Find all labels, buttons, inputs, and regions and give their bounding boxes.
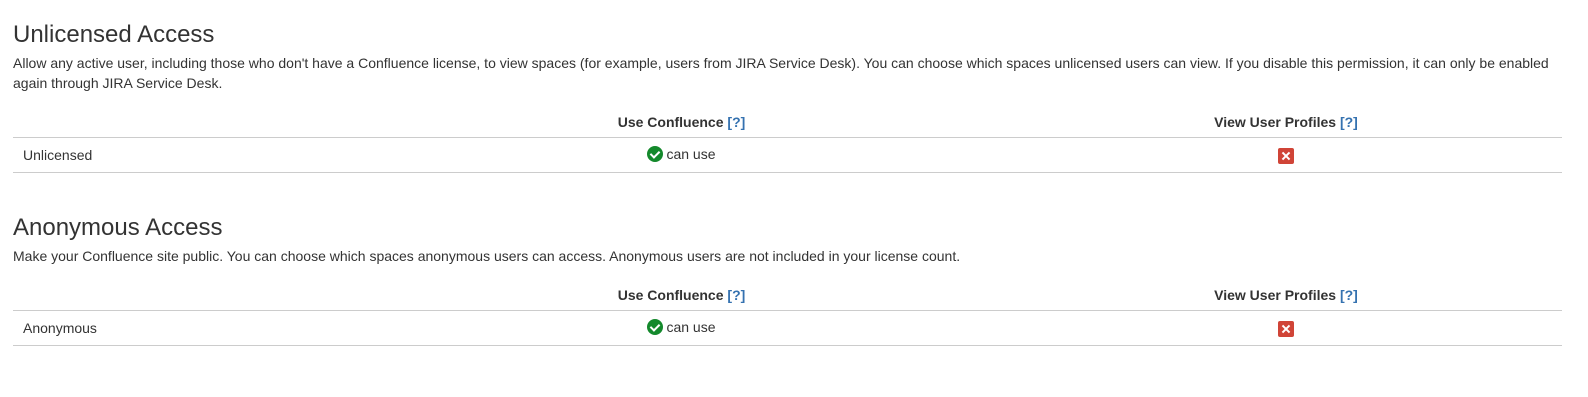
- permissions-table: Use Confluence [?] View User Profiles [?…: [13, 107, 1562, 173]
- use-confluence-status: can use: [647, 145, 716, 162]
- table-header-row: Use Confluence [?] View User Profiles [?…: [13, 107, 1562, 138]
- view-user-profiles-cell: [1010, 137, 1562, 173]
- header-label: View User Profiles: [1214, 114, 1337, 130]
- check-circle-icon: [647, 318, 664, 335]
- header-use-confluence: Use Confluence [?]: [353, 280, 1010, 311]
- use-confluence-cell: can use: [353, 310, 1010, 346]
- header-use-confluence: Use Confluence [?]: [353, 107, 1010, 138]
- row-name: Anonymous: [13, 310, 353, 346]
- cross-icon: [1278, 320, 1294, 337]
- permissions-page: Unlicensed Access Allow any active user,…: [0, 0, 1588, 346]
- header-name-column: [13, 107, 353, 138]
- row-name: Unlicensed: [13, 137, 353, 173]
- unlicensed-access-section: Unlicensed Access Allow any active user,…: [13, 0, 1575, 173]
- section-description: Make your Confluence site public. You ca…: [13, 248, 961, 264]
- help-link[interactable]: [?]: [1340, 287, 1358, 303]
- section-title: Anonymous Access: [13, 214, 223, 241]
- header-label: View User Profiles: [1214, 287, 1337, 303]
- view-user-profiles-cell: [1010, 310, 1562, 346]
- section-description: Allow any active user, including those w…: [13, 55, 1549, 91]
- use-confluence-status: can use: [647, 318, 716, 335]
- help-link[interactable]: [?]: [727, 287, 745, 303]
- section-title: Unlicensed Access: [13, 21, 215, 48]
- header-label: Use Confluence: [617, 287, 724, 303]
- table-row: Anonymous can use: [13, 310, 1562, 346]
- anonymous-access-section: Anonymous Access Make your Confluence si…: [13, 213, 1575, 346]
- help-link[interactable]: [?]: [727, 114, 745, 130]
- permissions-table: Use Confluence [?] View User Profiles [?…: [13, 280, 1562, 346]
- header-view-user-profiles: View User Profiles [?]: [1010, 280, 1562, 311]
- status-text: can use: [666, 318, 716, 335]
- use-confluence-cell: can use: [353, 137, 1010, 173]
- header-name-column: [13, 280, 353, 311]
- header-label: Use Confluence: [617, 114, 724, 130]
- table-row: Unlicensed can use: [13, 137, 1562, 173]
- help-link[interactable]: [?]: [1340, 114, 1358, 130]
- cross-icon: [1278, 147, 1294, 164]
- table-header-row: Use Confluence [?] View User Profiles [?…: [13, 280, 1562, 311]
- header-view-user-profiles: View User Profiles [?]: [1010, 107, 1562, 138]
- check-circle-icon: [647, 145, 664, 162]
- status-text: can use: [666, 145, 716, 162]
